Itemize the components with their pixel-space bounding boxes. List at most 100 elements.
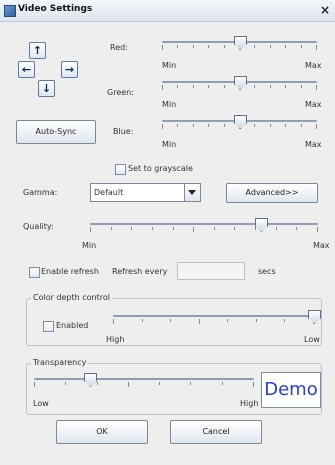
green-slider[interactable] bbox=[162, 76, 317, 98]
red-slider[interactable] bbox=[162, 36, 317, 58]
enable-refresh-label: Enable refresh bbox=[41, 267, 99, 276]
refresh-every-label: Refresh every bbox=[112, 267, 168, 276]
slider-thumb[interactable] bbox=[84, 373, 97, 387]
slider-tick bbox=[256, 319, 257, 322]
slider-tick bbox=[301, 85, 302, 88]
transparency-low-label: Low bbox=[33, 399, 49, 408]
slider-thumb[interactable] bbox=[234, 36, 247, 50]
slider-tick bbox=[301, 45, 302, 48]
slider-tick bbox=[65, 382, 66, 385]
slider-tick bbox=[224, 45, 225, 48]
slider-track[interactable] bbox=[113, 315, 314, 317]
move-up-button[interactable]: ↑ bbox=[29, 42, 46, 59]
slider-tick bbox=[193, 45, 194, 48]
slider-tick bbox=[276, 227, 277, 230]
move-left-button[interactable]: ← bbox=[18, 61, 35, 78]
red-label: Red: bbox=[110, 43, 128, 52]
slider-tick bbox=[301, 124, 302, 127]
slider-tick bbox=[159, 382, 160, 385]
slider-tick bbox=[193, 85, 194, 88]
color-depth-legend: Color depth control bbox=[31, 293, 112, 302]
slider-tick bbox=[254, 124, 255, 127]
slider-tick bbox=[254, 45, 255, 48]
cancel-button[interactable]: Cancel bbox=[170, 420, 262, 444]
color-depth-high-label: High bbox=[106, 335, 125, 344]
gamma-label: Gamma: bbox=[23, 188, 58, 197]
slider-tick bbox=[208, 45, 209, 48]
app-icon bbox=[4, 5, 16, 17]
move-right-button[interactable]: → bbox=[61, 61, 78, 78]
slider-tick bbox=[97, 382, 98, 385]
transparency-slider[interactable] bbox=[34, 373, 254, 395]
slider-tick bbox=[193, 227, 194, 232]
blue-max-label: Max bbox=[305, 140, 322, 149]
blue-slider[interactable] bbox=[162, 115, 317, 137]
gamma-value: Default bbox=[94, 188, 124, 197]
blue-label: Blue: bbox=[113, 127, 134, 136]
slider-tick bbox=[224, 85, 225, 88]
slider-tick bbox=[162, 124, 163, 129]
green-min-label: Min bbox=[162, 100, 177, 109]
slider-tick bbox=[317, 227, 318, 232]
slider-tick bbox=[270, 85, 271, 88]
slider-tick bbox=[208, 124, 209, 127]
quality-max-label: Max bbox=[313, 241, 330, 250]
move-down-button[interactable]: ↓ bbox=[38, 80, 55, 97]
green-label: Green: bbox=[107, 88, 134, 97]
window-title: Video Settings bbox=[18, 4, 93, 14]
slider-tick bbox=[270, 45, 271, 48]
color-depth-slider[interactable] bbox=[113, 310, 321, 332]
refresh-interval-input[interactable] bbox=[177, 262, 245, 280]
slider-tick bbox=[177, 124, 178, 127]
slider-thumb[interactable] bbox=[234, 76, 247, 90]
transparency-high-label: High bbox=[240, 399, 259, 408]
slider-tick bbox=[316, 85, 317, 90]
close-icon[interactable]: × bbox=[320, 3, 330, 17]
slider-tick bbox=[255, 227, 256, 230]
blue-min-label: Min bbox=[162, 140, 177, 149]
slider-tick bbox=[142, 319, 143, 322]
slider-track[interactable] bbox=[34, 378, 254, 380]
title-bar[interactable]: Video Settings × bbox=[0, 0, 335, 22]
color-depth-enabled-checkbox[interactable] bbox=[43, 321, 54, 332]
arrow-right-icon: → bbox=[64, 63, 75, 76]
auto-sync-button[interactable]: Auto-Sync bbox=[16, 120, 96, 144]
slider-track[interactable] bbox=[90, 223, 318, 225]
slider-tick bbox=[270, 124, 271, 127]
slider-tick bbox=[162, 85, 163, 90]
gamma-combo[interactable]: Default bbox=[90, 183, 201, 202]
quality-slider[interactable] bbox=[90, 218, 318, 240]
video-settings-dialog: Video Settings × ↑ ← → ↓ Auto-Sync Red: … bbox=[0, 0, 335, 465]
slider-tick bbox=[177, 85, 178, 88]
slider-tick bbox=[34, 382, 35, 387]
slider-thumb[interactable] bbox=[234, 115, 247, 129]
slider-tick bbox=[254, 85, 255, 88]
slider-tick bbox=[285, 45, 286, 48]
slider-tick bbox=[316, 45, 317, 50]
color-depth-enabled-label: Enabled bbox=[56, 321, 89, 330]
slider-tick bbox=[131, 227, 132, 230]
quality-min-label: Min bbox=[82, 241, 97, 250]
slider-tick bbox=[214, 227, 215, 230]
ok-button[interactable]: OK bbox=[56, 420, 148, 444]
advanced-button[interactable]: Advanced>> bbox=[226, 183, 318, 203]
slider-tick bbox=[296, 227, 297, 230]
enable-refresh-checkbox[interactable] bbox=[29, 267, 40, 278]
slider-tick bbox=[193, 124, 194, 127]
slider-tick bbox=[316, 124, 317, 129]
slider-tick bbox=[234, 227, 235, 230]
slider-tick bbox=[173, 227, 174, 230]
slider-thumb[interactable] bbox=[255, 218, 268, 232]
slider-tick bbox=[177, 45, 178, 48]
arrow-left-icon: ← bbox=[21, 63, 32, 76]
slider-tick bbox=[224, 124, 225, 127]
transparency-legend: Transparency bbox=[31, 358, 89, 367]
slider-tick bbox=[113, 319, 114, 324]
grayscale-label: Set to grayscale bbox=[128, 164, 193, 173]
chevron-down-icon[interactable] bbox=[184, 184, 200, 201]
slider-tick bbox=[222, 382, 223, 385]
green-max-label: Max bbox=[305, 100, 322, 109]
red-min-label: Min bbox=[162, 61, 177, 70]
arrow-down-icon: ↓ bbox=[41, 82, 52, 95]
grayscale-checkbox[interactable] bbox=[115, 164, 126, 175]
